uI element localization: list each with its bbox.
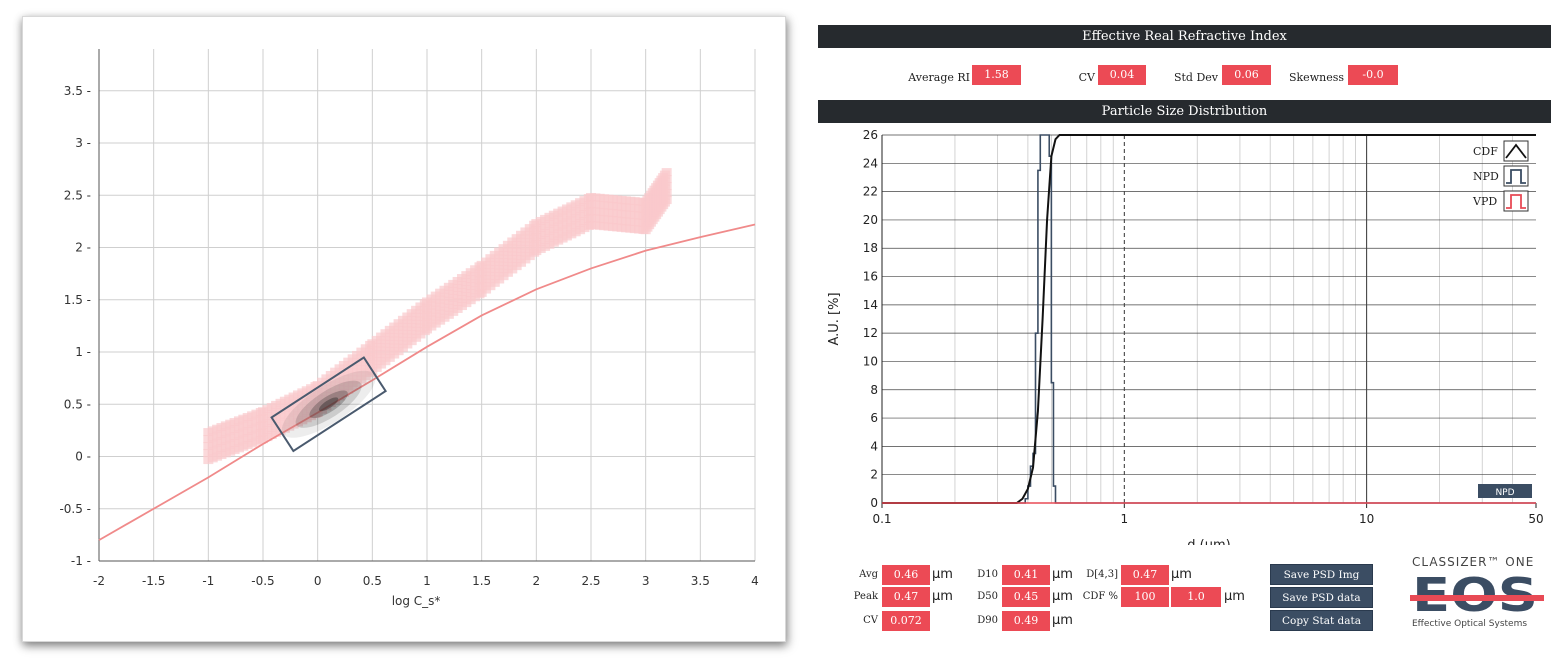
y-tick-label: 1 - <box>75 345 91 359</box>
logo-top-text: CLASSIZER™ ONE <box>1412 555 1535 569</box>
y-tick-label: 2 <box>870 468 878 482</box>
x-axis-label: d (µm) <box>1187 538 1230 545</box>
x-tick-label: 2 <box>533 574 541 588</box>
y-tick-label: 20 <box>863 213 878 227</box>
density-cell <box>661 182 672 191</box>
x-tick-label: 50 <box>1528 512 1543 526</box>
x-tick-label: 1 <box>423 574 431 588</box>
cdf-d-value: 1.0 <box>1171 587 1221 607</box>
y-tick-label: 10 <box>863 354 878 368</box>
cv-value: 0.072 <box>882 611 930 631</box>
x-tick-label: 3.5 <box>691 574 710 588</box>
x-tick-label: 0 <box>314 574 322 588</box>
y-tick-label: 2.5 - <box>64 188 91 202</box>
y-tick-label: 0 - <box>75 450 91 464</box>
x-tick-label: -0.5 <box>251 574 274 588</box>
density-cell <box>661 175 672 184</box>
y-tick-label: 8 <box>870 383 878 397</box>
analysis-panel: Effective Real Refractive Index Average … <box>818 25 1551 665</box>
density-plot-panel: -2 -1.5 -1 -0.5 0 0.5 1 1.5 2 2.5 3 3.5 4 -1 - -0.5 - 0… <box>22 16 786 642</box>
cdf-unit: µm <box>1224 589 1245 604</box>
d43-label: D[4,3] <box>1086 569 1118 580</box>
y-tick-label: 2 - <box>75 241 91 255</box>
x-axis-label: log C_s* <box>392 594 441 608</box>
y-tick-label: 0.5 - <box>64 397 91 411</box>
x-tick-label: 1.5 <box>472 574 491 588</box>
d10-label: D10 <box>977 569 998 580</box>
y-tick-label: 18 <box>863 241 878 255</box>
d50-unit: µm <box>1052 589 1073 604</box>
save-psd-data-button[interactable]: Save PSD data <box>1270 587 1373 608</box>
legend-label: NPD <box>1473 170 1499 183</box>
d90-value: 0.49 <box>1002 611 1050 631</box>
d90-label: D90 <box>977 615 998 626</box>
save-psd-img-button[interactable]: Save PSD Img <box>1270 564 1373 585</box>
series-cdf <box>882 134 1536 504</box>
y-tick-label: 24 <box>863 156 878 170</box>
eos-mark-icon: EOS <box>1410 571 1544 617</box>
eos-logo: CLASSIZER™ ONE EOS Effective Optical Sys… <box>1410 555 1544 635</box>
y-tick-label: 0 <box>870 496 878 510</box>
x-tick-label: 10 <box>1359 512 1374 526</box>
y-tick-label: 1.5 - <box>64 293 91 307</box>
x-tick-label: 1 <box>1120 512 1128 526</box>
density-plot[interactable]: -2 -1.5 -1 -0.5 0 0.5 1 1.5 2 2.5 3 3.5 4 -1 - -0.5 - 0… <box>23 17 785 641</box>
x-tick-label: 2.5 <box>581 574 600 588</box>
y-tick-label: -0.5 - <box>59 502 91 516</box>
logo-sub-text: Effective Optical Systems <box>1412 619 1528 629</box>
d10-unit: µm <box>1052 567 1073 582</box>
y-tick-label: 26 <box>863 128 878 142</box>
avg-label: Avg <box>859 569 878 580</box>
d90-unit: µm <box>1052 613 1073 628</box>
density-cell <box>661 189 672 198</box>
logo-mark: EOS <box>1412 571 1538 617</box>
y-tick-label: -1 - <box>71 554 91 568</box>
x-tick-label: -1 <box>202 574 214 588</box>
y-axis-label: A.U. [%] <box>827 292 842 345</box>
cdf-percent-input[interactable]: 100 <box>1121 587 1169 607</box>
psd-chart: 024681012141618202224260.111050d (µm)A.U… <box>827 128 1544 545</box>
legend-label: CDF <box>1473 145 1498 158</box>
y-tick-label: 14 <box>863 298 878 312</box>
y-tick-label: 6 <box>870 411 878 425</box>
x-tick-label: 3 <box>642 574 650 588</box>
y-tick-label: 4 <box>870 439 878 453</box>
x-tick-label: 0.1 <box>872 512 891 526</box>
avg-unit: µm <box>932 567 953 582</box>
mode-badge-label: NPD <box>1495 488 1514 498</box>
x-tick-label: 4 <box>751 574 759 588</box>
y-tick-label: 12 <box>863 326 878 340</box>
y-tick-label: 3 - <box>75 136 91 150</box>
density-cell <box>661 196 672 205</box>
peak-value: 0.47 <box>882 587 930 607</box>
peak-unit: µm <box>932 589 953 604</box>
x-tick-label: 0.5 <box>363 574 382 588</box>
cv-label: CV <box>863 615 878 626</box>
peak-label: Peak <box>853 591 878 602</box>
d43-value: 0.47 <box>1121 565 1169 585</box>
y-tick-label: 3.5 - <box>64 84 91 98</box>
y-tick-label: 16 <box>863 270 878 284</box>
density-cell <box>661 168 672 177</box>
avg-value: 0.46 <box>882 565 930 585</box>
legend-label: VPD <box>1472 195 1497 208</box>
x-tick-label: -2 <box>93 574 105 588</box>
d43-unit: µm <box>1171 567 1192 582</box>
copy-stat-data-button[interactable]: Copy Stat data <box>1270 610 1373 631</box>
d10-value: 0.41 <box>1002 565 1050 585</box>
x-tick-label: -1.5 <box>142 574 165 588</box>
d50-label: D50 <box>977 591 998 602</box>
series-npd <box>882 134 1536 504</box>
y-tick-label: 22 <box>863 185 878 199</box>
d50-value: 0.45 <box>1002 587 1050 607</box>
cdf-label: CDF % <box>1082 591 1118 602</box>
